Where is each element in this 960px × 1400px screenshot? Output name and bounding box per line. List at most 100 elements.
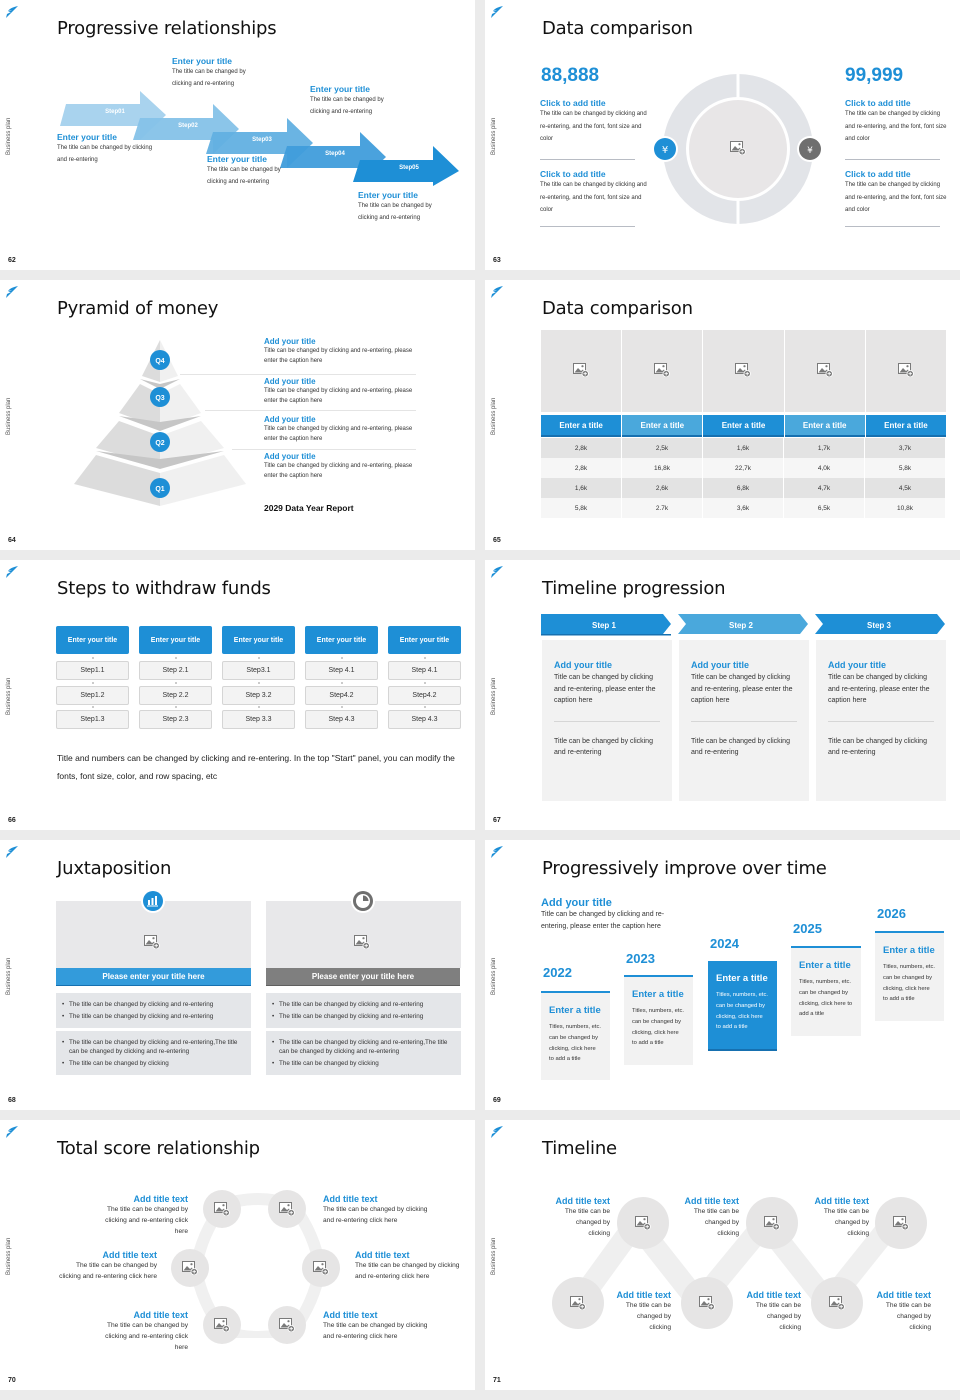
step-box[interactable]: Step 4.3: [305, 710, 378, 729]
column-header[interactable]: Enter a title: [703, 415, 784, 437]
column-header[interactable]: Enter a title: [865, 415, 947, 437]
step-box[interactable]: Step 2.3: [139, 710, 212, 729]
image-cell[interactable]: [865, 330, 947, 412]
score-item-1[interactable]: Add title text The title can be changed …: [70, 1194, 188, 1237]
step-box[interactable]: Step 4.3: [388, 710, 461, 729]
step-box[interactable]: Step4.2: [305, 685, 378, 705]
image-placeholder-icon: [699, 1296, 715, 1310]
slide-71[interactable]: Business plan Timeline Add title text Th…: [485, 1120, 960, 1390]
callout-4[interactable]: Enter your title The title can be change…: [310, 84, 405, 118]
side-label: Business plan: [491, 117, 497, 155]
right-item-1[interactable]: Click to add title The title can be chan…: [845, 98, 949, 146]
image-circle[interactable]: [552, 1277, 604, 1329]
step-box[interactable]: Step1.2: [56, 685, 129, 705]
image-cell[interactable]: [784, 330, 865, 412]
slide-63[interactable]: Business plan Data comparison 88,888 Cli…: [485, 0, 960, 270]
pyramid-item-2[interactable]: Add your title Title can be changed by c…: [264, 377, 424, 406]
step-box[interactable]: Step 3.2: [222, 685, 295, 705]
timeline-item-5[interactable]: Add title text The title can be changed …: [736, 1290, 801, 1333]
column-head[interactable]: Enter your title: [139, 626, 212, 654]
feather-logo-icon: [5, 1126, 19, 1138]
score-item-2[interactable]: Add title text The title can be changed …: [323, 1194, 441, 1226]
pyramid-item-3[interactable]: Add your title Title can be changed by c…: [264, 415, 424, 444]
image-circle[interactable]: [171, 1249, 209, 1287]
slide-64[interactable]: Business plan Pyramid of money Q4 Q3 Q2 …: [0, 280, 475, 550]
image-placeholder-icon: [279, 1318, 295, 1332]
step-box[interactable]: Step3.1: [222, 661, 295, 680]
callout-1[interactable]: Enter your title The title can be change…: [57, 132, 157, 166]
score-item-6[interactable]: Add title text The title can be changed …: [323, 1310, 441, 1342]
intro-block[interactable]: Add your title Title can be changed by c…: [541, 897, 686, 932]
slide-67[interactable]: Business plan Timeline progression Step …: [485, 560, 960, 830]
image-circle[interactable]: [875, 1197, 927, 1249]
year-card-2022[interactable]: Enter a title Titles, numbers, etc. can …: [541, 991, 610, 1080]
step-box[interactable]: Step 4.1: [388, 661, 461, 680]
column-head[interactable]: Enter your title: [305, 626, 378, 654]
slide-70[interactable]: Business plan Total score relationship A…: [0, 1120, 475, 1390]
timeline-item-2[interactable]: Add title text The title can be changed …: [674, 1196, 739, 1239]
image-cell[interactable]: [541, 330, 622, 412]
level-label: Q4: [155, 358, 164, 365]
year-card-2023[interactable]: Enter a title Titles, numbers, etc. can …: [624, 975, 693, 1065]
step-box[interactable]: Step4.2: [388, 685, 461, 705]
column-head[interactable]: Enter your title: [56, 626, 129, 654]
step-box[interactable]: Step 4.1: [305, 661, 378, 680]
year-card-2026[interactable]: Enter a title Titles, numbers, etc. can …: [875, 931, 944, 1021]
right-item-2[interactable]: Click to add title The title can be chan…: [845, 169, 949, 217]
callout-5[interactable]: Enter your title The title can be change…: [358, 190, 453, 224]
slide-68[interactable]: Business plan Juxtaposition Please enter…: [0, 840, 475, 1110]
image-placeholder-icon: [354, 935, 370, 949]
left-item-2[interactable]: Click to add title The title can be chan…: [540, 169, 652, 217]
score-item-4[interactable]: Add title text The title can be changed …: [355, 1250, 470, 1282]
column-header[interactable]: Enter a title: [622, 415, 703, 437]
image-circle[interactable]: [681, 1277, 733, 1329]
slide-65[interactable]: Business plan Data comparison Enter a ti…: [485, 280, 960, 550]
image-circle[interactable]: [268, 1190, 306, 1228]
table-cell: 2,6k: [622, 478, 703, 498]
step-card-1[interactable]: Add your title Title can be changed by c…: [542, 640, 672, 801]
callout-3[interactable]: Enter your title The title can be change…: [207, 154, 302, 188]
step-box[interactable]: Step 2.2: [139, 685, 212, 705]
image-circle[interactable]: [302, 1249, 340, 1287]
step-box[interactable]: Step 2.1: [139, 661, 212, 680]
left-item-1[interactable]: Click to add title The title can be chan…: [540, 98, 652, 146]
timeline-item-1[interactable]: Add title text The title can be changed …: [545, 1196, 610, 1239]
slide-62[interactable]: Business plan Progressive relationships …: [0, 0, 475, 270]
panel-heading-left[interactable]: Please enter your title here: [56, 968, 251, 986]
item-desc: Title can be changed by clicking and re-…: [264, 426, 413, 442]
score-item-3[interactable]: Add title text The title can be changed …: [38, 1250, 157, 1282]
image-circle[interactable]: [203, 1190, 241, 1228]
image-placeholder-icon[interactable]: [730, 141, 746, 155]
year-card-2025[interactable]: Enter a title Titles, numbers, etc. can …: [791, 946, 861, 1036]
step-card-3[interactable]: Add your title Title can be changed by c…: [816, 640, 946, 801]
image-circle[interactable]: [617, 1197, 669, 1249]
step-box[interactable]: Step 3.3: [222, 710, 295, 729]
timeline-item-3[interactable]: Add title text The title can be changed …: [804, 1196, 869, 1239]
score-item-5[interactable]: Add title text The title can be changed …: [70, 1310, 188, 1353]
step-label: Step02: [178, 123, 198, 129]
pyramid-item-1[interactable]: Add your title Title can be changed by c…: [264, 337, 424, 366]
timeline-item-4[interactable]: Add title text The title can be changed …: [606, 1290, 671, 1333]
year-card-2024[interactable]: Enter a title Titles, numbers, etc. can …: [708, 961, 777, 1051]
image-circle[interactable]: [811, 1277, 863, 1329]
image-circle[interactable]: [268, 1306, 306, 1344]
step-card-2[interactable]: Add your title Title can be changed by c…: [679, 640, 809, 801]
column-head[interactable]: Enter your title: [388, 626, 461, 654]
pyramid-item-4[interactable]: Add your title Title can be changed by c…: [264, 452, 424, 481]
column-header[interactable]: Enter a title: [784, 415, 865, 437]
image-circle[interactable]: [746, 1197, 798, 1249]
slide-66[interactable]: Business plan Steps to withdraw funds Ti…: [0, 560, 475, 830]
column-header[interactable]: Enter a title: [541, 415, 622, 437]
step-box[interactable]: Step1.1: [56, 661, 129, 680]
timeline-item-6[interactable]: Add title text The title can be changed …: [866, 1290, 931, 1333]
column-head[interactable]: Enter your title: [222, 626, 295, 654]
panel-heading-right[interactable]: Please enter your title here: [266, 968, 460, 986]
callout-2[interactable]: Enter your title The title can be change…: [172, 56, 267, 90]
image-circle[interactable]: [203, 1306, 241, 1344]
image-cell[interactable]: [622, 330, 703, 412]
item-title: Click to add title: [845, 169, 911, 179]
image-cell[interactable]: [703, 330, 784, 412]
page-number: 62: [8, 257, 16, 264]
slide-69[interactable]: Business plan Progressively improve over…: [485, 840, 960, 1110]
step-box[interactable]: Step1.3: [56, 710, 129, 729]
